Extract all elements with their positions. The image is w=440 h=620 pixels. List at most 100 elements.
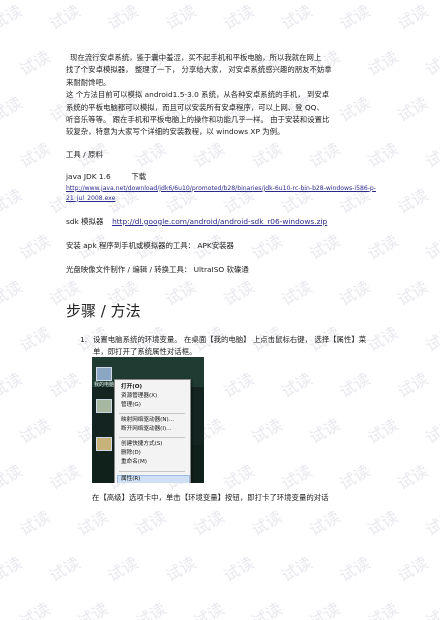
- iso-tool-line: 光盘映像文件制作 / 编辑 / 转换工具： UltraISO 软碟通: [66, 265, 249, 275]
- intro-line: 系统的平板电脑都可以模拟，而且可以安装所有安卓程序，可以上网、登 QQ、: [66, 102, 324, 112]
- watermark-text: 试读: [278, 553, 316, 586]
- watermark-text: 试读: [422, 507, 440, 540]
- watermark-text: 试读: [336, 1, 374, 34]
- watermark-text: 试读: [364, 507, 402, 540]
- menu-item-open[interactable]: 打开(O): [121, 384, 187, 391]
- watermark-text: 试读: [190, 507, 228, 540]
- intro-line: 找了个安卓模拟器， 整理了一下， 分享给大家， 对安卓系统感兴趣的朋友不妨拿: [66, 65, 332, 75]
- watermark-text: 试读: [336, 277, 374, 310]
- menu-item-delete[interactable]: 删除(D): [121, 450, 187, 457]
- jdk-download-link[interactable]: http://www.java.net/download/jdk6/6u10/p…: [66, 184, 376, 204]
- watermark-text: 试读: [74, 599, 112, 620]
- watermark-text: 试读: [248, 415, 286, 448]
- watermark-text: 试读: [306, 507, 344, 540]
- watermark-text: 试读: [394, 369, 432, 402]
- watermark-text: 试读: [0, 1, 26, 34]
- step-caption: 在【高级】选项卡中，单击【环境变量】按钮，即打卡了环境变量的对话: [92, 493, 329, 502]
- watermark-text: 试读: [162, 1, 200, 34]
- watermark-text: 试读: [336, 369, 374, 402]
- watermark-text: 试读: [306, 415, 344, 448]
- desktop-icon: [96, 437, 112, 451]
- desktop-icon-label: 我的电脑: [94, 382, 115, 388]
- menu-item-explorer[interactable]: 资源管理器(X): [121, 393, 187, 400]
- watermark-text: 试读: [16, 47, 54, 80]
- watermark-text: 试读: [394, 1, 432, 34]
- watermark-text: 试读: [104, 553, 142, 586]
- jdk-line: java JDK 1.6 下载: [66, 171, 376, 183]
- watermark-text: 试读: [278, 277, 316, 310]
- watermark-text: 试读: [104, 1, 142, 34]
- intro-line: 较复杂，特意为大家写个详细的安装教程，以 windows XP 为例。: [66, 127, 285, 137]
- watermark-text: 试读: [190, 599, 228, 620]
- menu-separator: [119, 437, 185, 438]
- watermark-text: 试读: [422, 139, 440, 172]
- watermark-text: 试读: [422, 323, 440, 356]
- watermark-text: 试读: [306, 599, 344, 620]
- watermark-text: 试读: [16, 507, 54, 540]
- watermark-text: 试读: [0, 369, 26, 402]
- jdk-name: java JDK 1.6: [66, 172, 111, 182]
- menu-item-create-shortcut[interactable]: 创建快捷方式(S): [121, 441, 187, 448]
- watermark-text: 试读: [336, 461, 374, 494]
- menu-separator: [119, 413, 185, 414]
- watermark-text: 试读: [16, 599, 54, 620]
- intro-line: 这 个方法目前可以模拟 android1.5-3.0 系统，从各种安卓系统的手机…: [66, 90, 330, 100]
- watermark-text: 试读: [46, 1, 84, 34]
- my-computer-icon: [96, 367, 112, 381]
- watermark-text: 试读: [394, 277, 432, 310]
- watermark-text: 试读: [16, 231, 54, 264]
- watermark-text: 试读: [220, 277, 258, 310]
- menu-item-disconnect-drive[interactable]: 断开网络驱动器(I)...: [121, 426, 187, 433]
- watermark-text: 试读: [74, 507, 112, 540]
- watermark-text: 试读: [162, 277, 200, 310]
- watermark-text: 试读: [220, 553, 258, 586]
- intro-line: 听音乐等等。 跟在手机和平板电脑上的操作和功能几乎一样。 由于安装和设置比: [66, 115, 330, 125]
- step-number: 1.: [80, 335, 88, 344]
- watermark-text: 试读: [422, 599, 440, 620]
- menu-item-properties[interactable]: 属性(R): [121, 476, 187, 483]
- watermark-text: 试读: [46, 461, 84, 494]
- watermark-text: 试读: [162, 553, 200, 586]
- menu-separator: [119, 471, 185, 472]
- menu-item-manage[interactable]: 管理(G): [121, 402, 187, 409]
- sdk-download-link[interactable]: http://dl.google.com/android/android-sdk…: [112, 217, 327, 226]
- sdk-line: sdk 模拟器 http://dl.google.com/android/and…: [66, 216, 376, 228]
- watermark-text: 试读: [422, 415, 440, 448]
- watermark-text: 试读: [422, 47, 440, 80]
- watermark-text: 试读: [278, 461, 316, 494]
- watermark-text: 试读: [132, 599, 170, 620]
- watermark-text: 试读: [364, 599, 402, 620]
- watermark-text: 试读: [394, 185, 432, 218]
- watermark-text: 试读: [132, 507, 170, 540]
- menu-item-rename[interactable]: 重命名(M): [121, 459, 187, 466]
- watermark-text: 试读: [0, 93, 26, 126]
- watermark-text: 试读: [220, 461, 258, 494]
- tools-heading: 工具 / 原料: [66, 149, 103, 159]
- step-text: 设置电脑系统的环境变量。 在桌面【我的电脑】 上点击鼠标右键， 选择【属性】菜单…: [93, 335, 367, 357]
- watermark-text: 试读: [0, 461, 26, 494]
- intro-line: 现在流行安卓系统，鉴于囊中羞涩，买不起手机和平板电脑，所以我就在网上: [70, 53, 322, 62]
- desktop-icon: [96, 399, 112, 413]
- watermark-text: 试读: [0, 553, 26, 586]
- watermark-text: 试读: [364, 415, 402, 448]
- watermark-text: 试读: [278, 1, 316, 34]
- watermark-text: 试读: [394, 553, 432, 586]
- watermark-text: 试读: [46, 553, 84, 586]
- watermark-text: 试读: [422, 231, 440, 264]
- steps-heading: 步骤 / 方法: [66, 302, 141, 320]
- watermark-text: 试读: [0, 185, 26, 218]
- watermark-text: 试读: [278, 369, 316, 402]
- watermark-text: 试读: [0, 277, 26, 310]
- document-body: 现在流行安卓系统，鉴于囊中羞涩，买不起手机和平板电脑，所以我就在网上 找了个安卓…: [66, 52, 376, 277]
- watermark-text: 试读: [248, 507, 286, 540]
- watermark-text: 试读: [394, 93, 432, 126]
- sdk-label: sdk 模拟器: [66, 216, 104, 226]
- jdk-download-label: 下载: [131, 172, 147, 182]
- watermark-text: 试读: [46, 369, 84, 402]
- watermark-text: 试读: [16, 139, 54, 172]
- menu-item-map-drive[interactable]: 映射网络驱动器(N)...: [121, 417, 187, 424]
- watermark-text: 试读: [394, 461, 432, 494]
- apk-tool-line: 安装 apk 程序到手机或模拟器的工具： APK安装器: [66, 241, 234, 251]
- watermark-text: 试读: [16, 323, 54, 356]
- watermark-text: 试读: [220, 1, 258, 34]
